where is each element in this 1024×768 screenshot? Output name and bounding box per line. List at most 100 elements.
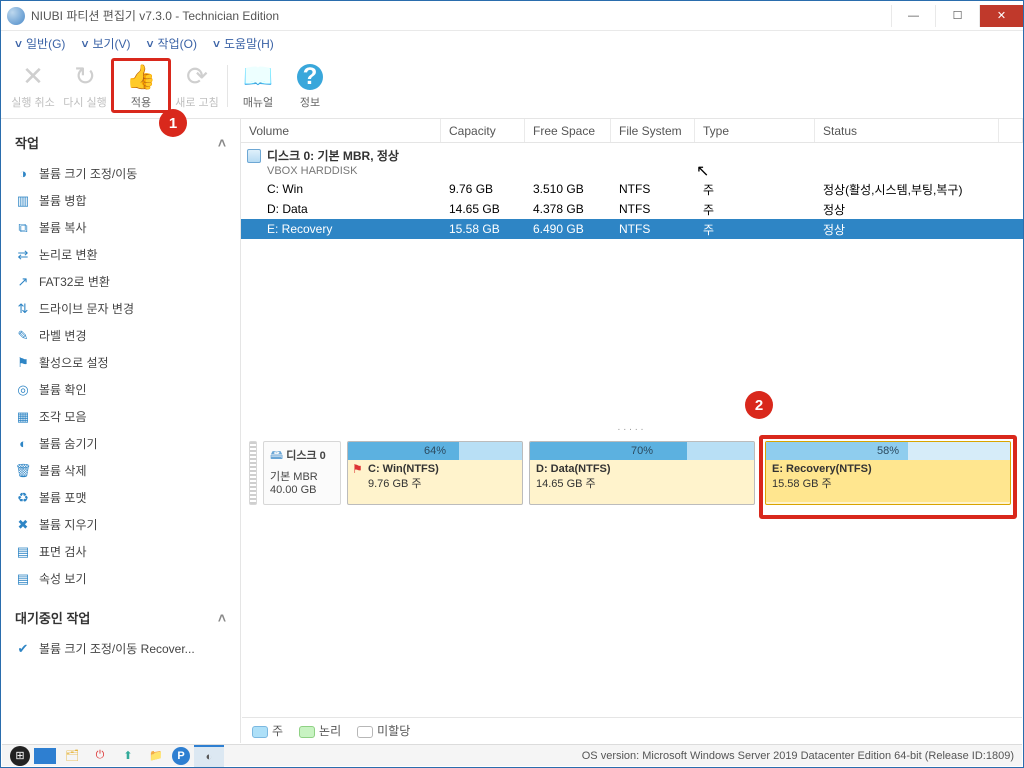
book-icon (243, 62, 273, 92)
redo-icon (70, 62, 100, 92)
sidebar-item-label[interactable]: ✎라벨 변경 (9, 322, 232, 349)
flag-icon: ⚑ (352, 462, 363, 476)
col-free[interactable]: Free Space (525, 119, 611, 142)
partition-d[interactable]: 70% D: Data(NTFS)14.65 GB 주 (529, 441, 755, 505)
resize-icon: ◑ (15, 166, 31, 182)
info-button[interactable]: 정보 (284, 62, 336, 110)
close-button[interactable]: ✕ (979, 5, 1023, 27)
disk-icon (247, 149, 261, 163)
swatch-unalloc (357, 726, 373, 738)
sidebar-item-to-logical[interactable]: ⇄논리로 변환 (9, 241, 232, 268)
sidebar-item-props[interactable]: ▤속성 보기 (9, 565, 232, 592)
table-row[interactable]: D: Data 14.65 GB 4.378 GB NTFS 주 정상 (241, 199, 1023, 219)
sidebar-section-ops[interactable]: 작업 ˄ (9, 125, 232, 160)
disk-map: 🖴 디스크 0 기본 MBR 40.00 GB 64% ⚑ C: Win(NTF… (241, 435, 1023, 513)
edit-icon: ✎ (15, 328, 31, 344)
col-volume[interactable]: Volume (241, 119, 441, 142)
sidebar-item-copy[interactable]: ⧉볼륨 복사 (9, 214, 232, 241)
merge-icon: ▥ (15, 193, 31, 209)
status-bar: ⊞ 🗂 ⏻ ⬆ 📁 P ◐ OS version: Microsoft Wind… (2, 744, 1022, 766)
cursor-icon: ↖ (696, 161, 709, 181)
sidebar-item-merge[interactable]: ▥볼륨 병합 (9, 187, 232, 214)
app-icon-3[interactable]: P (172, 747, 190, 765)
app-icon (7, 7, 25, 25)
col-status[interactable]: Status (815, 119, 999, 142)
column-headers: Volume Capacity Free Space File System T… (241, 119, 1023, 143)
menu-bar: 일반(G) 보기(V) 작업(O) 도움말(H) (1, 31, 1023, 55)
menu-view[interactable]: 보기(V) (81, 35, 130, 52)
col-type[interactable]: Type (695, 119, 815, 142)
trash-icon: 🗑 (15, 463, 31, 479)
list-icon: ▤ (15, 571, 31, 587)
chevron-up-icon: ˄ (218, 135, 226, 151)
sidebar-item-delete[interactable]: 🗑볼륨 삭제 (9, 457, 232, 484)
question-icon (295, 62, 325, 92)
callout-1: 1 (159, 109, 187, 137)
partition-highlight: 58% E: Recovery(NTFS)15.58 GB 주 (759, 435, 1017, 519)
manual-button[interactable]: 매뉴얼 (232, 62, 284, 110)
menu-action[interactable]: 작업(O) (147, 35, 197, 52)
sidebar-section-pending[interactable]: 대기중인 작업 ˄ (9, 600, 232, 635)
swatch-logical (299, 726, 315, 738)
flag-icon: ⚑ (15, 355, 31, 371)
checkmark-icon: ✔ (15, 641, 31, 657)
sidebar-item-surface[interactable]: ▤표면 검사 (9, 538, 232, 565)
table-row[interactable]: C: Win 9.76 GB 3.510 GB NTFS 주 정상(활성,시스템… (241, 179, 1023, 199)
convert-icon: ⇄ (15, 247, 31, 263)
hdd-icon: 🖴 (270, 447, 283, 462)
check-icon: ◎ (15, 382, 31, 398)
sidebar-item-wipe[interactable]: ✖볼륨 지우기 (9, 511, 232, 538)
sidebar-item-check[interactable]: ◎볼륨 확인 (9, 376, 232, 403)
col-fs[interactable]: File System (611, 119, 695, 142)
niubi-icon[interactable]: ◐ (194, 745, 224, 767)
disk-block[interactable]: 🖴 디스크 0 기본 MBR 40.00 GB (263, 441, 341, 505)
app-icon-1[interactable]: ⬆ (116, 745, 140, 767)
col-end (999, 119, 1023, 142)
defrag-icon: ▦ (15, 409, 31, 425)
chevron-up-icon: ˄ (218, 610, 226, 626)
undo-button[interactable]: 실행 취소 (7, 62, 59, 110)
apply-button[interactable]: 👍 적용 (115, 62, 167, 110)
swatch-primary (252, 726, 268, 738)
sidebar-item-to-fat32[interactable]: ↗FAT32로 변환 (9, 268, 232, 295)
menu-general[interactable]: 일반(G) (15, 35, 65, 52)
partition-e[interactable]: 58% E: Recovery(NTFS)15.58 GB 주 (765, 441, 1011, 505)
taskview-icon[interactable] (34, 748, 56, 764)
sidebar-item-set-active[interactable]: ⚑활성으로 설정 (9, 349, 232, 376)
content: Volume Capacity Free Space File System T… (241, 119, 1023, 743)
start-icon[interactable]: ⊞ (10, 746, 30, 766)
x-icon (18, 62, 48, 92)
drag-handle[interactable] (249, 441, 257, 505)
copy-icon: ⧉ (15, 220, 31, 236)
wipe-icon: ✖ (15, 517, 31, 533)
sidebar-item-format[interactable]: ♻볼륨 포맷 (9, 484, 232, 511)
minimize-button[interactable]: — (891, 5, 935, 27)
col-capacity[interactable]: Capacity (441, 119, 525, 142)
partition-c[interactable]: 64% ⚑ C: Win(NTFS)9.76 GB 주 (347, 441, 523, 505)
sidebar-item-drive-letter[interactable]: ⇅드라이브 문자 변경 (9, 295, 232, 322)
app-icon-2[interactable]: 📁 (144, 745, 168, 767)
fat32-icon: ↗ (15, 274, 31, 290)
toolbar-separator (227, 65, 228, 107)
disk-header[interactable]: 디스크 0: 기본 MBR, 정상 VBOX HARDDISK (241, 143, 1023, 179)
refresh-icon (182, 62, 212, 92)
sidebar-item-resize[interactable]: ◑볼륨 크기 조정/이동 (9, 160, 232, 187)
sidebar-item-defrag[interactable]: ▦조각 모음 (9, 403, 232, 430)
table-row-selected[interactable]: E: Recovery 15.58 GB 6.490 GB NTFS 주 정상 (241, 219, 1023, 239)
maximize-button[interactable]: ☐ (935, 5, 979, 27)
explorer-icon[interactable]: 🗂 (60, 745, 84, 767)
pending-item-0[interactable]: ✔볼륨 크기 조정/이동 Recover... (9, 635, 232, 662)
title-bar: NIUBI 파티션 편집기 v7.3.0 - Technician Editio… (1, 1, 1023, 31)
refresh-button[interactable]: 새로 고침 (171, 62, 223, 110)
hide-icon: ◐ (15, 436, 31, 452)
legend: 주 논리 미할당 (242, 717, 1022, 743)
splitter[interactable]: ..... (241, 420, 1023, 435)
callout-2: 2 (745, 391, 773, 419)
sidebar-item-hide[interactable]: ◐볼륨 숨기기 (9, 430, 232, 457)
menu-help[interactable]: 도움말(H) (213, 35, 274, 52)
power-icon[interactable]: ⏻ (88, 745, 112, 767)
redo-button[interactable]: 다시 실행 (59, 62, 111, 110)
thumbs-up-icon: 👍 (126, 62, 156, 92)
scan-icon: ▤ (15, 544, 31, 560)
volume-rows: C: Win 9.76 GB 3.510 GB NTFS 주 정상(활성,시스템… (241, 179, 1023, 239)
